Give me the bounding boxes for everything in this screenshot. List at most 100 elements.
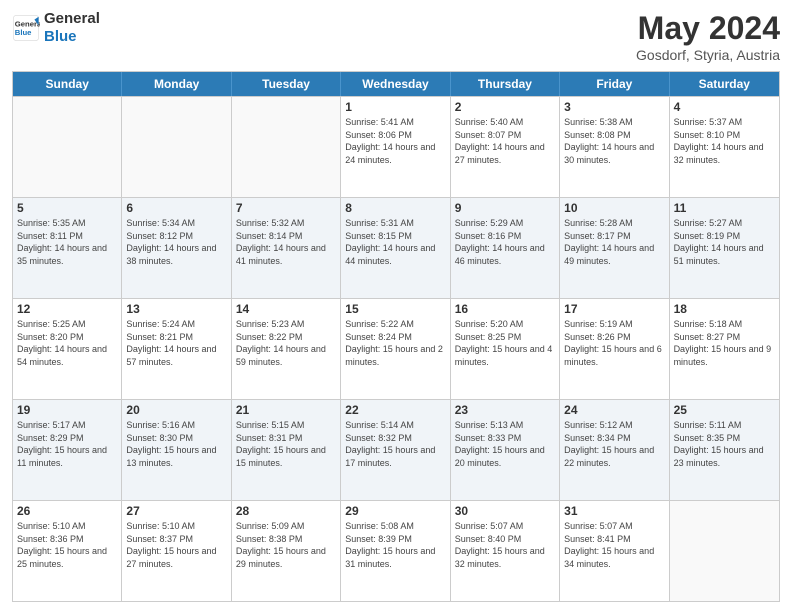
day-number: 26 [17, 504, 117, 518]
day-info: Sunrise: 5:12 AMSunset: 8:34 PMDaylight:… [564, 419, 664, 469]
day-info: Sunrise: 5:09 AMSunset: 8:38 PMDaylight:… [236, 520, 336, 570]
calendar-cell: 19Sunrise: 5:17 AMSunset: 8:29 PMDayligh… [13, 400, 122, 500]
calendar-body: 1 Sunrise: 5:41 AMSunset: 8:06 PMDaylight… [13, 96, 779, 601]
day-info: Sunrise: 5:07 AMSunset: 8:40 PMDaylight:… [455, 520, 555, 570]
day-info: Sunrise: 5:41 AMSunset: 8:06 PMDaylight:… [345, 116, 445, 166]
day-info: Sunrise: 5:10 AMSunset: 8:37 PMDaylight:… [126, 520, 226, 570]
day-number: 16 [455, 302, 555, 316]
day-info: Sunrise: 5:37 AMSunset: 8:10 PMDaylight:… [674, 116, 775, 166]
month-title: May 2024 [636, 10, 780, 47]
calendar-cell: 26 Sunrise: 5:10 AMSunset: 8:36 PMDayligh… [13, 501, 122, 601]
day-number: 17 [564, 302, 664, 316]
header-cell-saturday: Saturday [670, 72, 779, 96]
day-number: 2 [455, 100, 555, 114]
calendar-cell: 9 Sunrise: 5:29 AMSunset: 8:16 PMDaylight… [451, 198, 560, 298]
day-info: Sunrise: 5:11 AMSunset: 8:35 PMDaylight:… [674, 419, 775, 469]
day-number: 11 [674, 201, 775, 215]
day-info: Sunrise: 5:35 AMSunset: 8:11 PMDaylight:… [17, 217, 117, 267]
calendar-cell [122, 97, 231, 197]
logo-blue: Blue [44, 28, 77, 45]
calendar-cell: 2 Sunrise: 5:40 AMSunset: 8:07 PMDaylight… [451, 97, 560, 197]
day-number: 9 [455, 201, 555, 215]
header-cell-sunday: Sunday [13, 72, 122, 96]
day-number: 5 [17, 201, 117, 215]
calendar-cell: 23 Sunrise: 5:13 AMSunset: 8:33 PMDayligh… [451, 400, 560, 500]
calendar-cell: 18 Sunrise: 5:18 AMSunset: 8:27 PMDayligh… [670, 299, 779, 399]
day-info: Sunrise: 5:20 AMSunset: 8:25 PMDaylight:… [455, 318, 555, 368]
day-number: 1 [345, 100, 445, 114]
calendar-cell [13, 97, 122, 197]
calendar: SundayMondayTuesdayWednesdayThursdayFrid… [12, 71, 780, 602]
logo: General Blue General Blue [12, 10, 100, 46]
day-info: Sunrise: 5:07 AMSunset: 8:41 PMDaylight:… [564, 520, 664, 570]
day-number: 13 [126, 302, 226, 316]
calendar-cell: 3 Sunrise: 5:38 AMSunset: 8:08 PMDaylight… [560, 97, 669, 197]
calendar-cell: 27Sunrise: 5:10 AMSunset: 8:37 PMDayligh… [122, 501, 231, 601]
calendar-cell: 21Sunrise: 5:15 AMSunset: 8:31 PMDayligh… [232, 400, 341, 500]
location-subtitle: Gosdorf, Styria, Austria [636, 47, 780, 63]
day-info: Sunrise: 5:24 AMSunset: 8:21 PMDaylight:… [126, 318, 226, 368]
day-info: Sunrise: 5:31 AMSunset: 8:15 PMDaylight:… [345, 217, 445, 267]
day-info: Sunrise: 5:29 AMSunset: 8:16 PMDaylight:… [455, 217, 555, 267]
day-number: 31 [564, 504, 664, 518]
day-info: Sunrise: 5:17 AMSunset: 8:29 PMDaylight:… [17, 419, 117, 469]
calendar-cell: 22 Sunrise: 5:14 AMSunset: 8:32 PMDayligh… [341, 400, 450, 500]
day-number: 29 [345, 504, 445, 518]
day-number: 22 [345, 403, 445, 417]
calendar-cell: 11 Sunrise: 5:27 AMSunset: 8:19 PMDayligh… [670, 198, 779, 298]
calendar-cell: 15 Sunrise: 5:22 AMSunset: 8:24 PMDayligh… [341, 299, 450, 399]
day-info: Sunrise: 5:18 AMSunset: 8:27 PMDaylight:… [674, 318, 775, 368]
day-number: 20 [126, 403, 226, 417]
calendar-cell: 1 Sunrise: 5:41 AMSunset: 8:06 PMDaylight… [341, 97, 450, 197]
day-number: 30 [455, 504, 555, 518]
day-info: Sunrise: 5:23 AMSunset: 8:22 PMDaylight:… [236, 318, 336, 368]
day-info: Sunrise: 5:14 AMSunset: 8:32 PMDaylight:… [345, 419, 445, 469]
calendar-cell: 29 Sunrise: 5:08 AMSunset: 8:39 PMDayligh… [341, 501, 450, 601]
day-info: Sunrise: 5:22 AMSunset: 8:24 PMDaylight:… [345, 318, 445, 368]
day-info: Sunrise: 5:25 AMSunset: 8:20 PMDaylight:… [17, 318, 117, 368]
calendar-cell: 6Sunrise: 5:34 AMSunset: 8:12 PMDaylight… [122, 198, 231, 298]
page-container: General Blue General Blue May 2024 Gosdo… [0, 0, 792, 612]
title-area: May 2024 Gosdorf, Styria, Austria [636, 10, 780, 63]
calendar-cell: 5 Sunrise: 5:35 AMSunset: 8:11 PMDaylight… [13, 198, 122, 298]
calendar-header: SundayMondayTuesdayWednesdayThursdayFrid… [13, 72, 779, 96]
day-number: 15 [345, 302, 445, 316]
day-number: 3 [564, 100, 664, 114]
day-info: Sunrise: 5:32 AMSunset: 8:14 PMDaylight:… [236, 217, 336, 267]
calendar-cell: 4 Sunrise: 5:37 AMSunset: 8:10 PMDaylight… [670, 97, 779, 197]
calendar-cell: 30 Sunrise: 5:07 AMSunset: 8:40 PMDayligh… [451, 501, 560, 601]
day-info: Sunrise: 5:27 AMSunset: 8:19 PMDaylight:… [674, 217, 775, 267]
logo-icon: General Blue [12, 14, 40, 42]
day-number: 28 [236, 504, 336, 518]
header-cell-monday: Monday [122, 72, 231, 96]
day-info: Sunrise: 5:08 AMSunset: 8:39 PMDaylight:… [345, 520, 445, 570]
header-cell-thursday: Thursday [451, 72, 560, 96]
day-number: 18 [674, 302, 775, 316]
calendar-cell: 8 Sunrise: 5:31 AMSunset: 8:15 PMDaylight… [341, 198, 450, 298]
day-info: Sunrise: 5:34 AMSunset: 8:12 PMDaylight:… [126, 217, 226, 267]
header-cell-wednesday: Wednesday [341, 72, 450, 96]
day-number: 7 [236, 201, 336, 215]
day-info: Sunrise: 5:10 AMSunset: 8:36 PMDaylight:… [17, 520, 117, 570]
calendar-cell: 14 Sunrise: 5:23 AMSunset: 8:22 PMDayligh… [232, 299, 341, 399]
calendar-row: 12 Sunrise: 5:25 AMSunset: 8:20 PMDayligh… [13, 298, 779, 399]
day-info: Sunrise: 5:38 AMSunset: 8:08 PMDaylight:… [564, 116, 664, 166]
day-number: 23 [455, 403, 555, 417]
svg-text:Blue: Blue [15, 28, 32, 37]
day-number: 10 [564, 201, 664, 215]
page-header: General Blue General Blue May 2024 Gosdo… [12, 10, 780, 63]
calendar-cell: 28 Sunrise: 5:09 AMSunset: 8:38 PMDayligh… [232, 501, 341, 601]
day-info: Sunrise: 5:28 AMSunset: 8:17 PMDaylight:… [564, 217, 664, 267]
calendar-row: 1 Sunrise: 5:41 AMSunset: 8:06 PMDaylight… [13, 96, 779, 197]
day-number: 21 [236, 403, 336, 417]
day-info: Sunrise: 5:40 AMSunset: 8:07 PMDaylight:… [455, 116, 555, 166]
day-info: Sunrise: 5:19 AMSunset: 8:26 PMDaylight:… [564, 318, 664, 368]
day-info: Sunrise: 5:13 AMSunset: 8:33 PMDaylight:… [455, 419, 555, 469]
calendar-cell: 25 Sunrise: 5:11 AMSunset: 8:35 PMDayligh… [670, 400, 779, 500]
day-number: 25 [674, 403, 775, 417]
day-number: 14 [236, 302, 336, 316]
day-number: 8 [345, 201, 445, 215]
calendar-row: 5 Sunrise: 5:35 AMSunset: 8:11 PMDaylight… [13, 197, 779, 298]
day-number: 4 [674, 100, 775, 114]
day-number: 12 [17, 302, 117, 316]
